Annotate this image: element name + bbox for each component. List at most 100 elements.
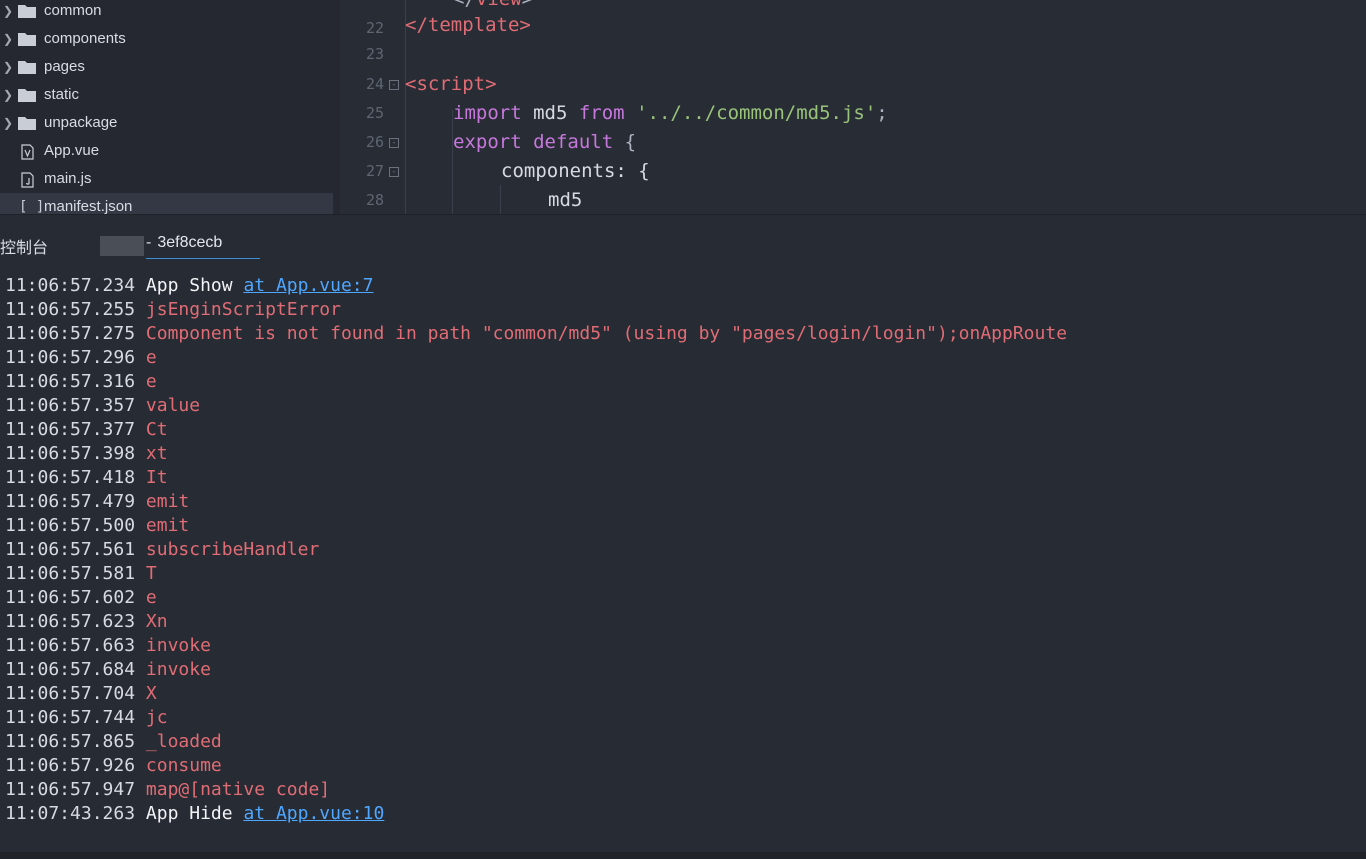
tree-item-label: common <box>44 2 102 19</box>
code-text: import md5 from '../../common/md5.js'; <box>453 102 888 124</box>
log-message: App Hide <box>145 803 233 824</box>
log-message: T <box>145 563 157 584</box>
device-id-label: 3ef8cecb <box>157 234 223 251</box>
tree-item-label: manifest.json <box>44 198 133 214</box>
log-message: _loaded <box>145 731 222 752</box>
log-message: Ct <box>145 419 168 440</box>
log-timestamp: 11:06:57.275 <box>5 323 136 344</box>
log-message: subscribeHandler <box>145 539 320 560</box>
log-message: It <box>145 467 168 488</box>
console-log-line: 11:06:57.316 e <box>5 370 157 394</box>
console-log-line: 11:06:57.581 T <box>5 562 157 586</box>
status-bar <box>0 852 1366 859</box>
console-log-line: 11:06:57.865 _loaded <box>5 730 222 754</box>
code-line: 27 - export default { <box>341 128 1366 180</box>
log-timestamp: 11:06:57.602 <box>5 587 136 608</box>
code-line: 23 </template> <box>341 11 1366 63</box>
console-log-line: 11:06:57.744 jc <box>5 706 168 730</box>
log-timestamp: 11:06:57.357 <box>5 395 136 416</box>
tree-file-manifest-json[interactable]: [ ] manifest.json <box>0 193 333 214</box>
tree-folder-pages[interactable]: ❯ pages <box>0 53 333 81</box>
tree-item-label: components <box>44 30 126 47</box>
code-line: 25 - <script> <box>341 70 1366 122</box>
chevron-right-icon[interactable]: ❯ <box>3 81 13 109</box>
log-timestamp: 11:06:57.479 <box>5 491 136 512</box>
chevron-right-icon[interactable]: ❯ <box>3 25 13 53</box>
tree-item-label: main.js <box>44 170 92 187</box>
log-message: invoke <box>145 659 211 680</box>
tree-folder-common[interactable]: ❯ common <box>0 0 333 25</box>
tab-device-log[interactable]: -3ef8cecb <box>146 234 260 259</box>
fold-toggle-icon[interactable]: - <box>389 138 399 148</box>
console-log-line: 11:06:57.623 Xn <box>5 610 168 634</box>
console-log-line: 11:06:57.479 emit <box>5 490 189 514</box>
tree-item-label: App.vue <box>44 142 100 159</box>
chevron-right-icon[interactable]: ❯ <box>3 53 13 81</box>
log-timestamp: 11:06:57.561 <box>5 539 136 560</box>
code-text: <script> <box>405 73 497 95</box>
code-editor[interactable]: 22 </view> 23 </template> 24 25 - <scrip… <box>341 0 1366 214</box>
tree-folder-unpackage[interactable]: ❯ unpackage <box>0 109 333 137</box>
folder-icon <box>18 88 36 102</box>
log-timestamp: 11:06:57.623 <box>5 611 136 632</box>
console-log-line: 11:06:57.296 e <box>5 346 157 370</box>
chevron-right-icon[interactable]: ❯ <box>3 0 13 25</box>
log-message: jc <box>145 707 168 728</box>
log-timestamp: 11:06:57.744 <box>5 707 136 728</box>
source-link[interactable]: at App.vue:10 <box>243 803 384 824</box>
tree-item-label: static <box>44 86 80 103</box>
log-message: consume <box>145 755 222 776</box>
project-explorer: ❯ common ❯ components ❯ pages ❯ static ❯… <box>0 0 340 214</box>
log-timestamp: 11:06:57.296 <box>5 347 136 368</box>
source-link[interactable]: at App.vue:7 <box>243 275 373 296</box>
console-log-line: 11:06:57.947 map@[native code] <box>5 778 330 802</box>
console-log-line: 11:06:57.234 App Show at App.vue:7 <box>5 274 373 298</box>
code-line: 29 md5 <box>341 186 1366 214</box>
log-message: value <box>145 395 201 416</box>
tree-folder-components[interactable]: ❯ components <box>0 25 333 53</box>
tree-folder-static[interactable]: ❯ static <box>0 81 333 109</box>
log-timestamp: 11:06:57.947 <box>5 779 136 800</box>
log-message: App Show <box>145 275 233 296</box>
tree-file-main-js[interactable]: main.js <box>0 165 333 193</box>
code-text: </template> <box>405 14 531 36</box>
folder-icon <box>18 116 36 130</box>
log-message: e <box>145 347 157 368</box>
folder-icon <box>18 4 36 18</box>
console-log-line: 11:07:43.263 App Hide at App.vue:10 <box>5 802 384 826</box>
json-file-icon: [ ] <box>19 199 45 214</box>
log-timestamp: 11:06:57.377 <box>5 419 136 440</box>
code-text: export default { <box>453 131 637 153</box>
log-message: e <box>145 371 157 392</box>
fold-toggle-icon[interactable]: - <box>389 167 399 177</box>
console-log-line: 11:06:57.275 Component is not found in p… <box>5 322 1067 346</box>
log-timestamp: 11:06:57.398 <box>5 443 136 464</box>
vue-file-icon <box>18 144 36 160</box>
log-timestamp: 11:06:57.684 <box>5 659 136 680</box>
console-log: 11:06:57.234 App Show at App.vue:7 11:06:… <box>0 274 1366 834</box>
tab-console[interactable]: 控制台 <box>0 234 48 258</box>
console-log-line: 11:06:57.255 jsEnginScriptError <box>5 298 341 322</box>
fold-toggle-icon[interactable]: - <box>389 80 399 90</box>
console-log-line: 11:06:57.418 It <box>5 466 168 490</box>
log-message: map@[native code] <box>145 779 331 800</box>
chevron-right-icon[interactable]: ❯ <box>3 109 13 137</box>
console-tab-bar: 控制台 -3ef8cecb <box>0 214 1366 259</box>
log-message: jsEnginScriptError <box>145 299 341 320</box>
tree-file-app-vue[interactable]: App.vue <box>0 137 333 165</box>
explorer-scrollbar[interactable] <box>333 0 340 214</box>
log-timestamp: 11:06:57.255 <box>5 299 136 320</box>
console-log-line: 11:06:57.377 Ct <box>5 418 168 442</box>
log-timestamp: 11:06:57.704 <box>5 683 136 704</box>
console-log-line: 11:06:57.704 X <box>5 682 157 706</box>
js-file-icon <box>18 172 36 188</box>
tree-item-label: unpackage <box>44 114 118 131</box>
console-log-line: 11:06:57.663 invoke <box>5 634 211 658</box>
console-log-line: 11:06:57.398 xt <box>5 442 168 466</box>
log-timestamp: 11:06:57.316 <box>5 371 136 392</box>
log-timestamp: 11:06:57.865 <box>5 731 136 752</box>
log-timestamp: 11:06:57.500 <box>5 515 136 536</box>
console-log-line: 11:06:57.684 invoke <box>5 658 211 682</box>
code-line: 26 import md5 from '../../common/md5.js'… <box>341 99 1366 151</box>
log-message: emit <box>145 515 190 536</box>
